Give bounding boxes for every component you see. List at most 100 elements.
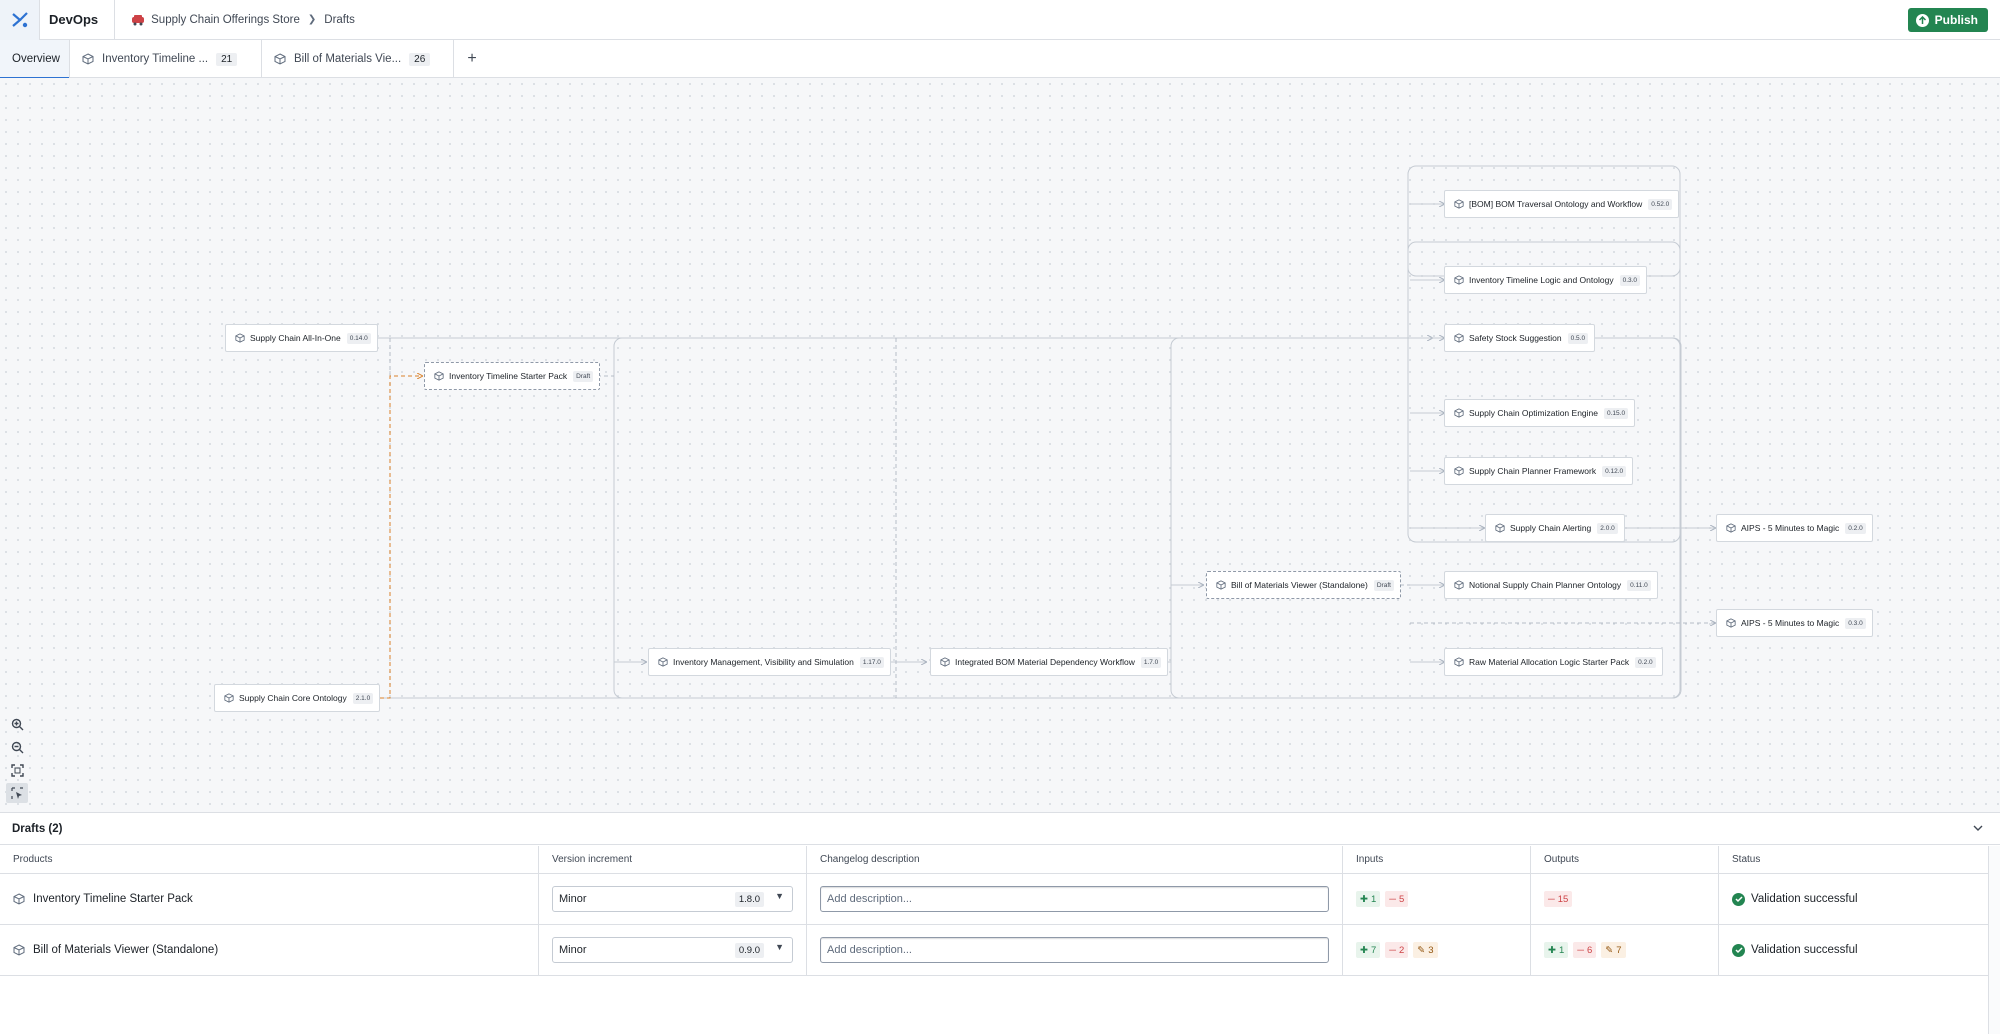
graph-node[interactable]: Supply Chain All-In-One 0.14.0 xyxy=(225,324,378,352)
graph-node[interactable]: Inventory Management, Visibility and Sim… xyxy=(648,648,891,676)
pencil-icon: ✎ xyxy=(1605,944,1614,956)
outputs-cell[interactable]: ─ 15 xyxy=(1530,874,1718,924)
check-circle-icon xyxy=(1732,943,1745,957)
product-cube-icon xyxy=(1454,275,1464,285)
select-mode-icon[interactable] xyxy=(6,783,28,803)
tab-count: 26 xyxy=(409,52,431,66)
minus-icon: ─ xyxy=(1389,944,1396,956)
minus-icon: ─ xyxy=(1389,893,1396,905)
column-header: Outputs xyxy=(1530,846,1718,873)
product-cube-icon xyxy=(13,944,25,956)
fit-to-screen-icon[interactable] xyxy=(6,760,28,780)
graph-node[interactable]: Notional Supply Chain Planner Ontology 0.… xyxy=(1444,571,1658,599)
product-cube-icon xyxy=(13,893,25,905)
removed-count: ─ 2 xyxy=(1385,942,1409,958)
breadcrumb-current: Drafts xyxy=(324,13,355,26)
app-name[interactable]: DevOps xyxy=(49,12,98,27)
tab-inventory-timeline[interactable]: Inventory Timeline ... 21 xyxy=(70,40,262,78)
product-cube-icon xyxy=(235,333,245,343)
version-badge: 0.9.0 xyxy=(734,943,764,958)
inputs-cell[interactable]: ✚ 7 ─ 2 ✎ 3 xyxy=(1342,925,1530,975)
graph-node[interactable]: Raw Material Allocation Logic Starter Pa… xyxy=(1444,648,1663,676)
drafts-table: Products Version increment Changelog des… xyxy=(0,846,1988,976)
column-header: Status xyxy=(1718,846,1988,873)
zoom-out-icon[interactable] xyxy=(6,737,28,757)
product-cube-icon xyxy=(1726,523,1736,533)
column-header: Inputs xyxy=(1342,846,1530,873)
pencil-icon: ✎ xyxy=(1417,944,1426,956)
added-count: ✚ 1 xyxy=(1544,942,1569,958)
graph-node[interactable]: Inventory Timeline Logic and Ontology 0.3… xyxy=(1444,266,1648,294)
drafts-title: Drafts (2) xyxy=(12,822,63,835)
add-tab-button[interactable]: + xyxy=(454,40,490,78)
product-cube-icon xyxy=(1495,523,1505,533)
product-cell[interactable]: Bill of Materials Viewer (Standalone) xyxy=(0,925,538,975)
zoom-in-icon[interactable] xyxy=(6,714,28,734)
breadcrumb-store[interactable]: Supply Chain Offerings Store xyxy=(151,14,300,26)
product-cube-icon xyxy=(1454,657,1464,667)
drafts-panel: Drafts (2) Products Version increment Ch… xyxy=(0,812,2000,1034)
chevron-down-icon[interactable] xyxy=(1972,822,1984,837)
table-row: Inventory Timeline Starter Pack Minor 1.… xyxy=(0,874,1988,925)
product-cube-icon xyxy=(1726,618,1736,628)
publish-button[interactable]: Publish xyxy=(1907,8,1988,32)
graph-node[interactable]: Supply Chain Core Ontology 2.1.0 xyxy=(214,684,381,712)
outputs-cell[interactable]: ✚ 1 ─ 6 ✎ 7 xyxy=(1530,925,1718,975)
tab-count: 21 xyxy=(216,52,238,66)
product-cube-icon xyxy=(224,693,234,703)
graph-node[interactable]: Supply Chain Optimization Engine 0.15.0 xyxy=(1444,399,1636,427)
vertical-scrollbar[interactable] xyxy=(1988,846,2000,1034)
added-count: ✚ 1 xyxy=(1356,891,1381,907)
product-cube-icon xyxy=(940,657,950,667)
changelog-input[interactable] xyxy=(820,886,1329,912)
removed-count: ─ 6 xyxy=(1573,942,1597,958)
graph-node-draft[interactable]: Inventory Timeline Starter Pack Draft xyxy=(424,362,601,390)
table-row: Bill of Materials Viewer (Standalone) Mi… xyxy=(0,925,1988,976)
dependency-graph-canvas[interactable]: Supply Chain All-In-One 0.14.0 Inventory … xyxy=(0,78,2000,812)
tab-overview[interactable]: Overview xyxy=(0,40,70,79)
product-cube-icon xyxy=(658,657,668,667)
graph-node[interactable]: Safety Stock Suggestion 0.5.0 xyxy=(1444,324,1596,352)
tab-bar: Overview Inventory Timeline ... 21 Bill … xyxy=(0,40,2000,79)
check-circle-icon xyxy=(1732,892,1745,906)
column-header: Version increment xyxy=(538,846,806,873)
version-increment-select[interactable]: Minor 0.9.0 ▼ xyxy=(552,937,793,963)
graph-node[interactable]: Integrated BOM Material Dependency Workf… xyxy=(930,648,1169,676)
minus-icon: ─ xyxy=(1577,944,1584,956)
graph-node[interactable]: AIPS - 5 Minutes to Magic 0.3.0 xyxy=(1716,609,1873,637)
product-cell[interactable]: Inventory Timeline Starter Pack xyxy=(0,874,538,924)
tab-bill-of-materials[interactable]: Bill of Materials Vie... 26 xyxy=(262,40,454,78)
plus-icon: ✚ xyxy=(1548,944,1556,956)
graph-node[interactable]: AIPS - 5 Minutes to Magic 0.2.0 xyxy=(1716,514,1873,542)
graph-node-draft[interactable]: Bill of Materials Viewer (Standalone) Dra… xyxy=(1206,571,1401,599)
caret-down-icon: ▼ xyxy=(775,942,784,952)
publish-icon xyxy=(1915,13,1929,27)
graph-node[interactable]: [BOM] BOM Traversal Ontology and Workflo… xyxy=(1444,190,1680,218)
modified-count: ✎ 3 xyxy=(1413,942,1438,958)
status-badge: Validation successful xyxy=(1732,892,1858,906)
product-cube-icon xyxy=(434,371,444,381)
graph-node[interactable]: Supply Chain Alerting 2.0.0 xyxy=(1485,514,1625,542)
product-cube-icon xyxy=(1454,466,1464,476)
added-count: ✚ 7 xyxy=(1356,942,1381,958)
product-cube-icon xyxy=(1216,580,1226,590)
breadcrumb: Supply Chain Offerings Store ❯ Drafts xyxy=(131,13,355,27)
inputs-cell[interactable]: ✚ 1 ─ 5 xyxy=(1342,874,1530,924)
plus-icon: ✚ xyxy=(1360,893,1368,905)
column-header: Changelog description xyxy=(806,846,1342,873)
product-cube-icon xyxy=(1454,408,1464,418)
removed-count: ─ 5 xyxy=(1385,891,1409,907)
graph-node[interactable]: Supply Chain Planner Framework 0.12.0 xyxy=(1444,457,1634,485)
product-cube-icon xyxy=(274,53,286,65)
minus-icon: ─ xyxy=(1548,893,1555,905)
status-badge: Validation successful xyxy=(1732,943,1858,957)
changelog-input[interactable] xyxy=(820,937,1329,963)
drafts-header[interactable]: Drafts (2) xyxy=(0,813,2000,845)
version-increment-select[interactable]: Minor 1.8.0 ▼ xyxy=(552,886,793,912)
table-header-row: Products Version increment Changelog des… xyxy=(0,846,1988,874)
product-cube-icon xyxy=(1454,199,1464,209)
store-icon xyxy=(132,14,145,25)
app-logo-icon[interactable] xyxy=(0,0,40,40)
column-header: Products xyxy=(13,854,53,865)
removed-count: ─ 15 xyxy=(1544,891,1573,907)
